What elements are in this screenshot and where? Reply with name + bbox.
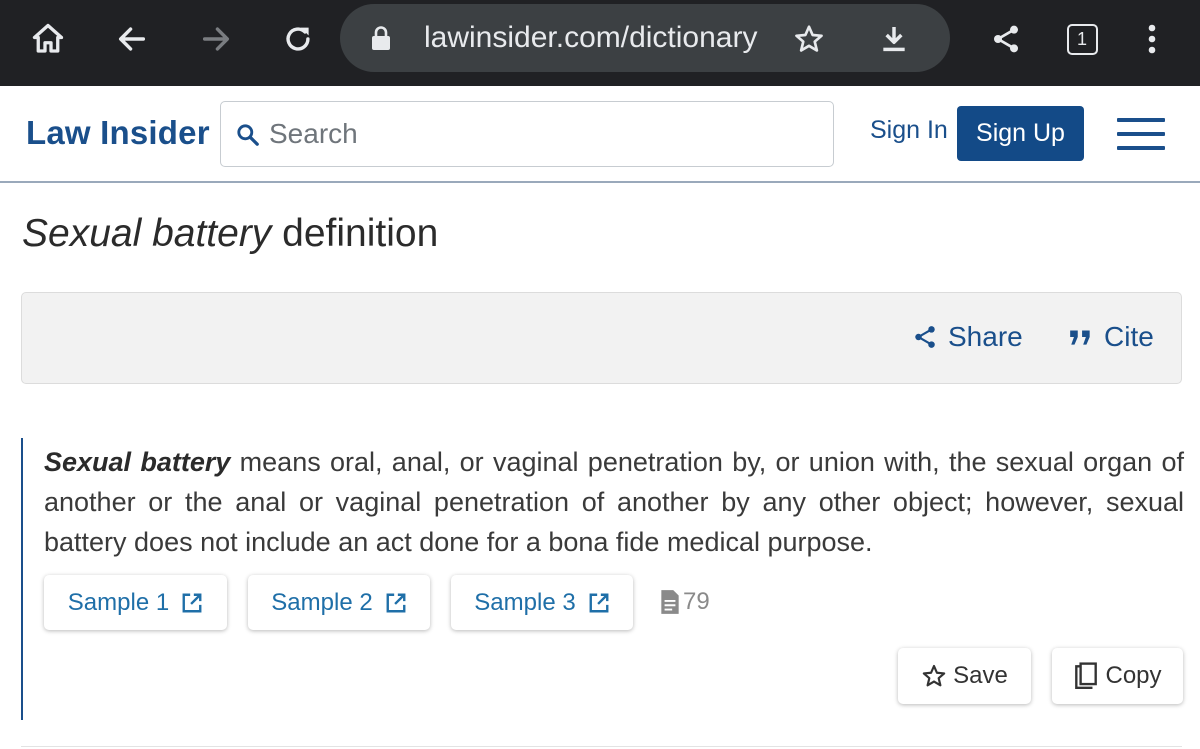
definition-block: Sexual battery means oral, anal, or vagi… — [21, 438, 1191, 720]
reload-icon[interactable] — [268, 13, 328, 65]
definition-text: Sexual battery means oral, anal, or vagi… — [44, 442, 1184, 562]
search-box[interactable] — [220, 101, 834, 167]
sample-1-label: Sample 1 — [67, 588, 170, 616]
search-input[interactable] — [269, 112, 809, 156]
sample-3-button[interactable]: Sample 3 — [451, 575, 633, 630]
home-icon[interactable] — [18, 13, 78, 65]
bookmark-star-icon[interactable] — [792, 23, 826, 55]
star-icon — [922, 664, 946, 687]
forward-arrow-icon[interactable] — [186, 13, 246, 65]
copy-icon — [1075, 662, 1098, 690]
external-link-icon — [589, 593, 609, 612]
external-link-icon — [386, 593, 406, 612]
page-title-suffix: definition — [271, 212, 439, 255]
document-icon — [661, 590, 679, 614]
law-insider-logo[interactable]: Law Insider — [26, 114, 210, 152]
share-label: Share — [948, 321, 1023, 352]
search-icon — [235, 122, 261, 153]
definition-term: Sexual battery — [44, 447, 231, 477]
menu-icon[interactable] — [1117, 118, 1167, 152]
browser-toolbar: lawinsider.com/dictionary 1 — [0, 0, 1200, 86]
url-text: lawinsider.com/dictionary — [424, 21, 758, 54]
copy-label: Copy — [1105, 662, 1162, 689]
page-title: Sexual battery definition — [22, 212, 438, 256]
more-vert-icon[interactable] — [1122, 13, 1182, 65]
tab-switcher-icon[interactable]: 1 — [1052, 13, 1112, 65]
document-count: 79 — [659, 588, 710, 616]
share-icon — [915, 326, 935, 348]
back-arrow-icon[interactable] — [102, 13, 162, 65]
sign-in-link[interactable]: Sign In — [870, 116, 948, 145]
divider — [21, 746, 1182, 747]
cite-button[interactable]: Cite — [1068, 321, 1154, 353]
document-count-value: 79 — [683, 588, 710, 615]
save-label: Save — [953, 662, 1008, 689]
page-title-term: Sexual battery — [22, 212, 272, 255]
address-bar[interactable]: lawinsider.com/dictionary — [340, 4, 950, 72]
lock-icon — [370, 25, 392, 51]
external-link-icon — [182, 593, 202, 612]
sign-up-button[interactable]: Sign Up — [957, 106, 1084, 161]
share-button[interactable]: Share — [912, 321, 1023, 353]
sample-3-label: Sample 3 — [474, 588, 576, 616]
copy-button[interactable]: Copy — [1052, 648, 1183, 704]
site-header: Law Insider Sign In Sign Up — [0, 86, 1200, 183]
cite-label: Cite — [1104, 321, 1154, 352]
sample-2-button[interactable]: Sample 2 — [248, 575, 430, 630]
share-icon[interactable] — [976, 13, 1036, 65]
quote-icon — [1070, 330, 1090, 345]
tab-count: 1 — [1066, 23, 1098, 55]
sample-1-button[interactable]: Sample 1 — [44, 575, 227, 630]
sample-2-label: Sample 2 — [271, 588, 373, 616]
download-icon[interactable] — [878, 22, 910, 56]
save-button[interactable]: Save — [898, 648, 1031, 704]
definition-toolbar: Share Cite — [21, 292, 1182, 384]
